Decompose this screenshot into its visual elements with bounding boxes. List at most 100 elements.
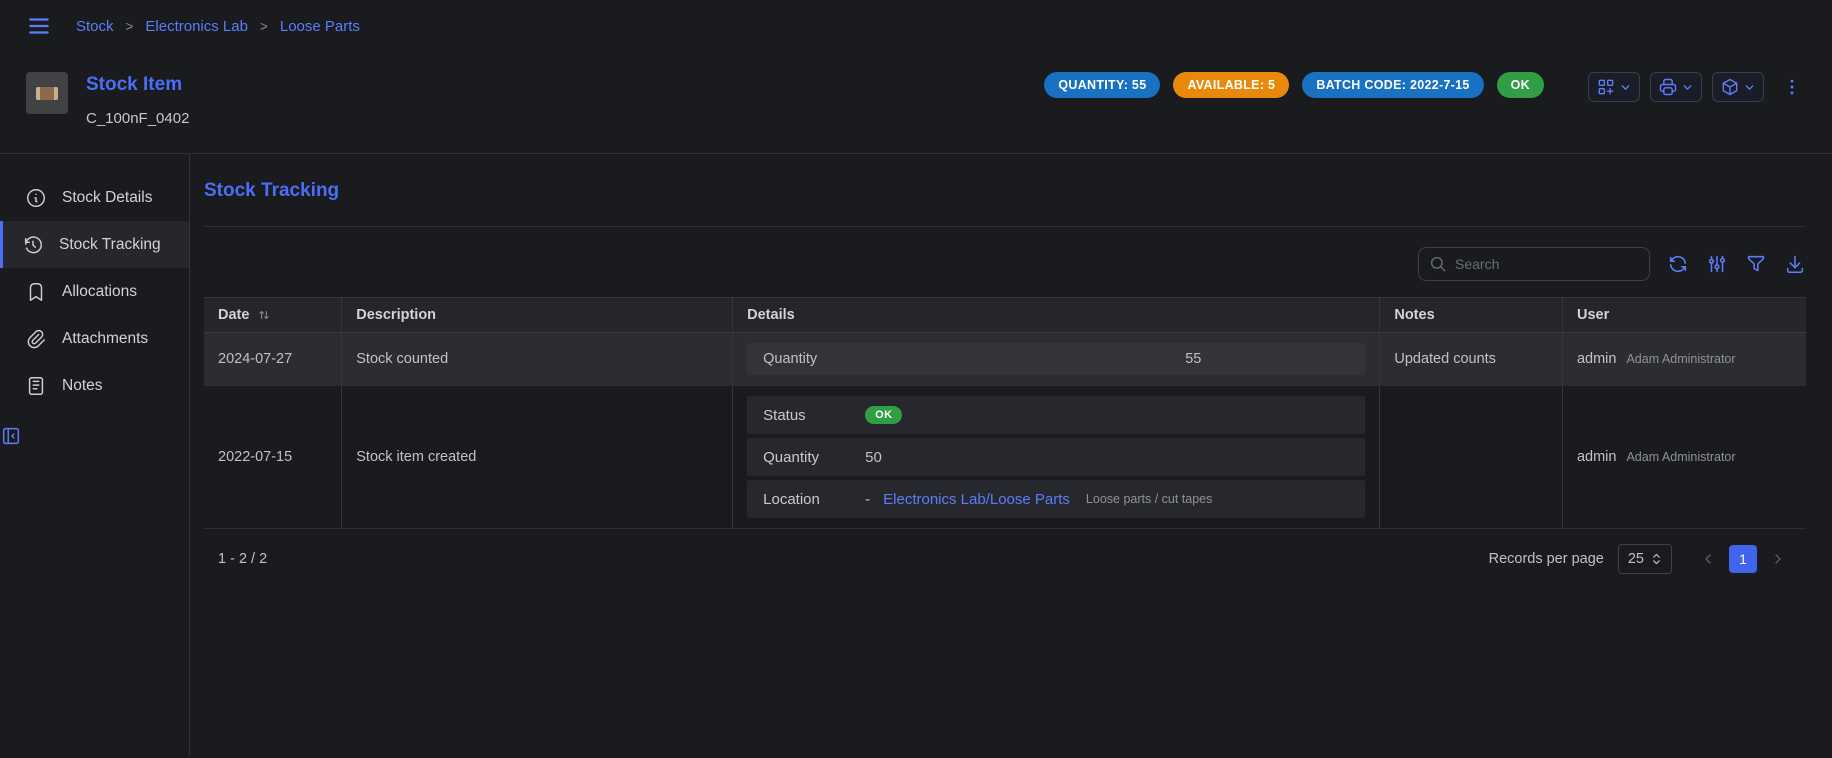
pagination: 1 (1694, 545, 1792, 573)
location-dash: - (865, 491, 870, 508)
table-row[interactable]: 2022-07-15 Stock item created Status OK … (204, 386, 1806, 529)
info-circle-icon (25, 187, 47, 209)
detail-key: Status (763, 407, 865, 424)
status-badges: QUANTITY: 55 AVAILABLE: 5 BATCH CODE: 20… (1044, 72, 1544, 98)
qrcode-icon (1596, 77, 1616, 97)
filter-button[interactable] (1745, 253, 1767, 275)
sidebar-item-attachments[interactable]: Attachments (0, 315, 189, 362)
download-button[interactable] (1784, 253, 1806, 275)
previous-page-button[interactable] (1694, 545, 1722, 573)
sidebar-item-stock-tracking[interactable]: Stock Tracking (0, 221, 189, 268)
sort-icon (257, 308, 271, 322)
cell-details: Quantity 55 (733, 333, 1380, 386)
quantity-badge: QUANTITY: 55 (1044, 72, 1160, 98)
table-footer: 1 - 2 / 2 Records per page 25 1 (204, 529, 1806, 589)
user-fullname: Adam Administrator (1626, 450, 1735, 464)
packages-icon (1720, 77, 1740, 97)
main-panel: Stock Tracking (190, 154, 1832, 755)
stock-actions-button[interactable] (1712, 72, 1764, 102)
sidebar: Stock Details Stock Tracking Allocations… (0, 154, 190, 755)
location-caption: Loose parts / cut tapes (1086, 492, 1212, 506)
search-input[interactable] (1455, 256, 1639, 272)
username: admin (1577, 449, 1617, 465)
breadcrumb-link-stock[interactable]: Stock (76, 18, 114, 35)
cell-description: Stock item created (342, 386, 733, 529)
breadcrumb-link-loose-parts[interactable]: Loose Parts (280, 18, 360, 35)
barcode-actions-button[interactable] (1588, 72, 1640, 102)
user-fullname: Adam Administrator (1626, 352, 1735, 366)
table-toolbar (204, 247, 1806, 281)
sidebar-item-label: Attachments (62, 330, 148, 348)
column-header-notes: Notes (1380, 298, 1563, 333)
sidebar-item-stock-details[interactable]: Stock Details (0, 174, 189, 221)
hamburger-menu-icon[interactable] (26, 13, 52, 39)
record-range: 1 - 2 / 2 (218, 551, 267, 567)
page-number-button[interactable]: 1 (1729, 545, 1757, 573)
detail-row-location: Location - Electronics Lab/Loose Parts L… (747, 480, 1365, 518)
breadcrumb-separator: > (260, 19, 268, 34)
component-image (36, 87, 58, 100)
notes-icon (25, 375, 47, 397)
stock-tracking-table: Date Description Details Notes User 2024… (204, 297, 1806, 529)
next-page-button[interactable] (1764, 545, 1792, 573)
table-header-row: Date Description Details Notes User (204, 298, 1806, 333)
column-header-description: Description (342, 298, 733, 333)
cell-date: 2024-07-27 (204, 333, 342, 386)
sidebar-item-label: Stock Tracking (59, 236, 161, 254)
sidebar-collapse-button[interactable] (0, 425, 189, 447)
divider (204, 226, 1806, 227)
detail-value: 55 (1185, 351, 1201, 367)
paperclip-icon (25, 328, 47, 350)
chevron-down-icon (1619, 81, 1632, 94)
stock-item-thumbnail[interactable] (26, 72, 68, 114)
column-header-date[interactable]: Date (204, 298, 342, 333)
page-size-value: 25 (1628, 551, 1644, 567)
page-header: Stock Item C_100nF_0402 QUANTITY: 55 AVA… (0, 52, 1832, 153)
sidebar-item-notes[interactable]: Notes (0, 362, 189, 409)
content-area: Stock Details Stock Tracking Allocations… (0, 153, 1832, 755)
breadcrumb-separator: > (126, 19, 134, 34)
chevron-down-icon (1743, 81, 1756, 94)
status-ok-badge: OK (865, 406, 902, 424)
print-actions-button[interactable] (1650, 72, 1702, 102)
detail-key: Quantity (763, 449, 865, 466)
search-icon (1429, 255, 1447, 273)
username: admin (1577, 351, 1617, 367)
cell-user: admin Adam Administrator (1562, 386, 1806, 529)
column-header-user: User (1562, 298, 1806, 333)
sidebar-item-label: Stock Details (62, 189, 152, 207)
cell-description: Stock counted (342, 333, 733, 386)
breadcrumb: Stock > Electronics Lab > Loose Parts (76, 18, 360, 35)
select-stepper-icon (1651, 552, 1662, 566)
sidebar-item-label: Notes (62, 377, 103, 395)
location-link[interactable]: Electronics Lab/Loose Parts (883, 491, 1070, 508)
search-box (1418, 247, 1650, 281)
sidebar-item-allocations[interactable]: Allocations (0, 268, 189, 315)
cell-notes (1380, 386, 1563, 529)
cell-date: 2022-07-15 (204, 386, 342, 529)
refresh-button[interactable] (1667, 253, 1689, 275)
title-block: Stock Item C_100nF_0402 (86, 72, 189, 127)
page-title: Stock Item (86, 72, 189, 98)
cell-notes: Updated counts (1380, 333, 1563, 386)
more-options-button[interactable] (1778, 73, 1806, 101)
sidebar-item-label: Allocations (62, 283, 137, 301)
panel-title: Stock Tracking (204, 180, 1806, 202)
records-per-page-label: Records per page (1489, 551, 1604, 567)
column-header-details: Details (733, 298, 1380, 333)
batch-code-badge: BATCH CODE: 2022-7-15 (1302, 72, 1483, 98)
history-icon (22, 234, 44, 256)
status-ok-badge: OK (1497, 72, 1544, 98)
detail-row-quantity: Quantity 50 (747, 438, 1365, 476)
table-row[interactable]: 2024-07-27 Stock counted Quantity 55 Upd… (204, 333, 1806, 386)
detail-row-status: Status OK (747, 396, 1365, 434)
detail-key: Location (763, 491, 865, 508)
breadcrumb-link-electronics-lab[interactable]: Electronics Lab (145, 18, 248, 35)
topbar: Stock > Electronics Lab > Loose Parts (0, 0, 1832, 52)
table-settings-button[interactable] (1706, 253, 1728, 275)
stock-item-name: C_100nF_0402 (86, 110, 189, 127)
page-size-select[interactable]: 25 (1618, 544, 1672, 574)
header-actions (1588, 72, 1806, 102)
detail-value: 50 (865, 449, 882, 466)
printer-icon (1658, 77, 1678, 97)
